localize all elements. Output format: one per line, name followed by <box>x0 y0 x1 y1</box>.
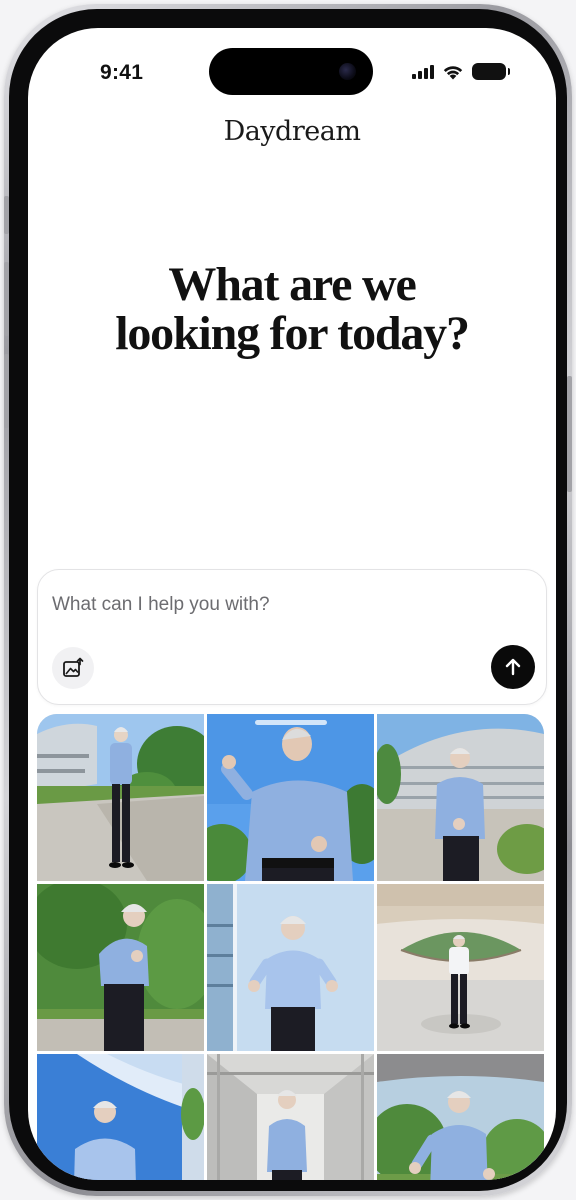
gallery-photo[interactable] <box>37 714 204 881</box>
gallery-photo[interactable] <box>377 714 544 881</box>
headline-line-1: What are we <box>168 258 416 311</box>
photo-add-icon <box>63 657 84 677</box>
phone-frame: 9:41 Daydream What are we looking for to… <box>4 4 572 1196</box>
screen: 9:41 Daydream What are we looking for to… <box>28 28 556 1180</box>
gallery-photo[interactable] <box>37 1054 204 1180</box>
gallery-photo[interactable] <box>207 884 374 1051</box>
power-button <box>567 376 572 492</box>
battery-icon <box>472 63 510 80</box>
wifi-icon <box>443 65 463 79</box>
dynamic-island <box>209 48 373 95</box>
arrow-up-icon <box>505 658 521 676</box>
status-bar: 9:41 <box>28 28 556 118</box>
gallery-photo[interactable] <box>207 714 374 881</box>
send-button[interactable] <box>491 645 535 689</box>
prompt-card <box>37 569 547 705</box>
volume-up-button <box>4 262 9 336</box>
page-headline: What are we looking for today? <box>28 260 556 358</box>
gallery-photo[interactable] <box>207 1054 374 1180</box>
prompt-input[interactable] <box>52 590 492 620</box>
status-icons <box>412 63 510 80</box>
app-title: Daydream <box>223 116 361 147</box>
volume-down-button <box>4 354 9 428</box>
headline-line-2: looking for today? <box>115 307 470 360</box>
cellular-signal-icon <box>412 64 434 79</box>
gallery-photo[interactable] <box>377 884 544 1051</box>
photo-gallery <box>37 714 545 1180</box>
front-camera-icon <box>339 63 356 80</box>
gallery-photo[interactable] <box>377 1054 544 1180</box>
status-time: 9:41 <box>100 61 144 84</box>
gallery-photo[interactable] <box>37 884 204 1051</box>
action-button <box>4 196 9 234</box>
add-image-button[interactable] <box>52 647 94 689</box>
drag-handle[interactable] <box>254 720 327 725</box>
